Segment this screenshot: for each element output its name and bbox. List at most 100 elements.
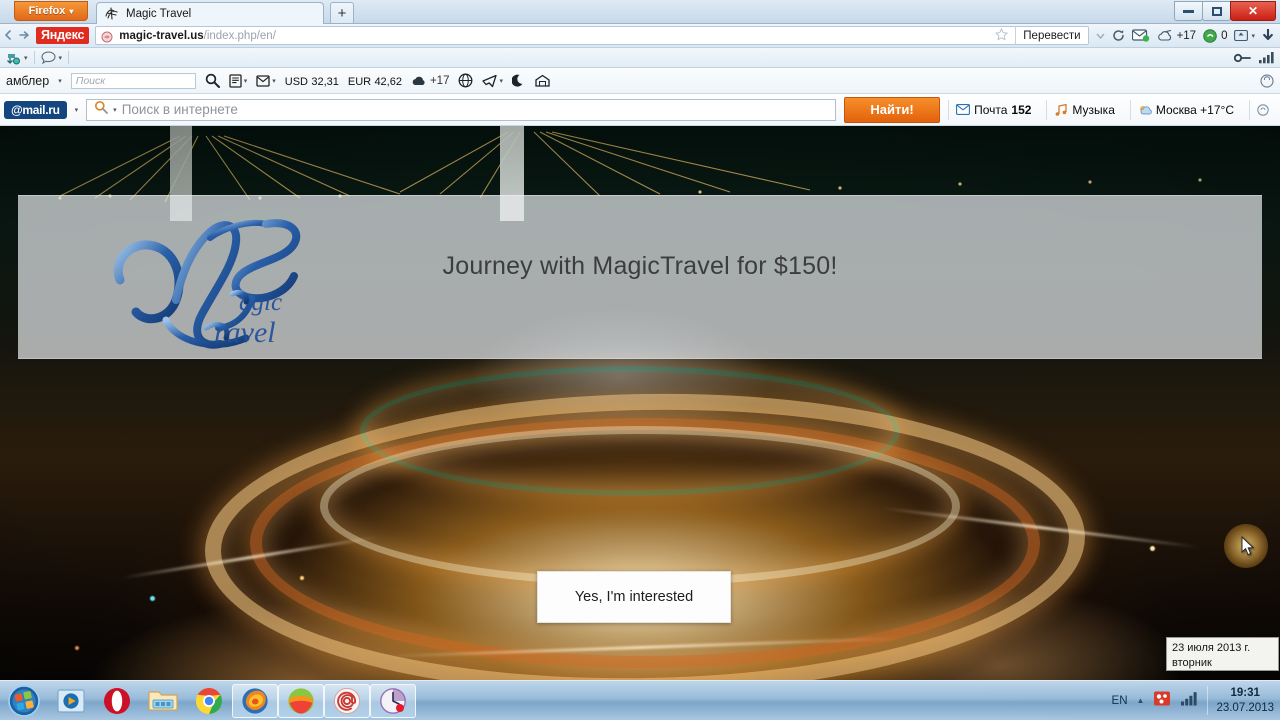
chevron-down-icon: ▾ [24,54,28,62]
globe-icon[interactable] [458,73,473,88]
comments-icon[interactable]: ▾ [40,51,62,64]
mail-icon [956,104,971,115]
webpage-viewport: agic ravel Journey with MagicTravel for … [0,126,1280,680]
chevron-down-icon[interactable]: ▾ [75,106,79,114]
chevron-down-icon[interactable]: ▾ [244,77,248,85]
telegram-icon[interactable]: ▾ [482,74,503,88]
chevron-down-icon[interactable]: ▾ [113,106,117,114]
mailru-more-icon[interactable] [1249,99,1276,120]
opera-icon [104,687,130,714]
bookmark-star-icon[interactable] [995,27,1010,44]
rambler-search-input[interactable]: Поиск [70,72,196,89]
chevron-down-icon[interactable]: ▾ [499,77,503,85]
notifications-count: 0 [1221,29,1228,42]
close-button[interactable]: ✕ [1230,1,1276,21]
site-identity-icon[interactable] [101,30,113,42]
url-bar[interactable]: magic-travel.us/index.php/en/ [95,26,1017,45]
rambler-weather-widget[interactable]: +17 [411,74,450,87]
weather-widget[interactable]: +17 [1157,29,1196,42]
show-hidden-icons-button[interactable]: ▲ [1137,696,1145,705]
mailru-logo[interactable]: @mail.ru [4,100,67,119]
url-domain: magic-travel.us [119,29,204,42]
news-icon[interactable]: ▾ [229,73,248,88]
mail-icon[interactable]: ▾ [256,74,276,88]
mailru-mail-link[interactable]: Почта 152 [948,99,1038,120]
tray-clock[interactable]: 19:31 23.07.2013 [1207,686,1274,715]
moon-icon[interactable] [512,74,526,88]
firefox-app-menu-button[interactable]: Firefox ▾ [14,1,88,21]
restore-icon [1211,6,1222,16]
hero-headline: Journey with MagicTravel for $150! [442,252,838,280]
translate-label: Перевести [1023,29,1081,42]
tray-language-indicator[interactable]: EN [1112,695,1128,707]
taskbar-item-mailru-agent[interactable] [324,683,370,718]
date-tooltip: 23 июля 2013 г. вторник [1166,637,1279,671]
url-text: magic-travel.us/index.php/en/ [119,30,276,42]
tab-title: Magic Travel [126,7,192,20]
mailru-agent-icon [333,687,361,714]
reload-button[interactable] [1112,29,1125,42]
taskbar-item-explorer[interactable] [140,682,186,720]
window-controls: ✕ [1174,1,1276,22]
taskbar-item-opera[interactable] [94,682,140,720]
tray-network-icon[interactable] [1180,691,1198,711]
screenshot-icon[interactable]: ▾ [1234,29,1255,42]
mailru-weather-link[interactable]: Москва +17°C [1129,99,1241,120]
chevron-down-icon: ▾ [69,6,74,16]
notifications-icon[interactable]: 0 [1203,28,1228,43]
downloads-icon[interactable] [1262,28,1274,43]
start-orb-button[interactable] [0,682,48,720]
usd-value: 32,31 [311,75,339,88]
mouse-cursor [1241,536,1255,556]
new-tab-button[interactable]: + [330,2,354,23]
chevron-down-icon[interactable]: ▾ [272,77,276,85]
chevron-down-icon[interactable]: ▾ [58,77,62,85]
system-tray: EN ▲ 19:31 23.07.2013 [1112,682,1280,720]
taskbar-item-browser[interactable] [278,683,324,718]
stop-dropdown-icon[interactable] [1096,32,1105,40]
translate-button[interactable]: Перевести [1015,26,1089,45]
rambler-brand-label[interactable]: амблер [6,74,49,88]
signal-strength-icon[interactable] [1258,51,1274,64]
minimize-button[interactable] [1174,1,1203,21]
mailru-music-link[interactable]: Музыка [1046,99,1121,120]
mailru-mail-count: 152 [1011,102,1032,117]
minimize-icon [1183,9,1194,13]
cta-yes-im-interested-button[interactable]: Yes, I'm interested [537,571,731,623]
close-icon: ✕ [1247,4,1259,18]
mailru-music-label: Музыка [1072,102,1115,117]
taskbar-item-clock-app[interactable] [370,683,416,718]
usd-rate[interactable]: USD 32,31 [285,74,339,88]
tray-date: 23.07.2013 [1216,701,1274,714]
svg-text:ravel: ravel [214,316,276,349]
mail-notification-icon[interactable] [1131,29,1150,42]
chevron-down-icon: ▾ [1251,32,1255,40]
back-button[interactable] [0,28,16,43]
eur-label: EUR [347,75,372,88]
navigation-toolbar: Яндекс magic-travel.us/index.php/en/ Пер… [0,24,1280,48]
yandex-logo[interactable]: Яндекс [36,27,90,44]
search-icon [94,100,109,119]
key-icon[interactable] [1234,52,1252,64]
navbar-extensions: +17 0 ▾ [1089,28,1280,43]
eur-rate[interactable]: EUR 42,62 [348,74,402,88]
search-icon[interactable] [205,73,220,88]
tray-antivirus-icon[interactable] [1153,690,1171,712]
tooltip-weekday-line: вторник [1172,656,1212,669]
forward-button[interactable] [16,28,32,43]
taskbar-item-firefox[interactable] [232,683,278,718]
mailru-search-input[interactable]: ▾ Поиск в интернете [86,98,837,121]
taskbar-item-media-player[interactable] [48,682,94,720]
rambler-toolbar: амблер ▾ Поиск ▾ ▾ USD 32,31 EUR 42,62 +… [0,68,1280,94]
rambler-account-icon[interactable] [1260,73,1274,88]
taskbar-item-chrome[interactable] [186,682,232,720]
download-helper-icon[interactable]: ▾ [6,51,28,65]
mailru-find-button[interactable]: Найти! [844,96,941,123]
mailru-find-label: Найти! [870,102,914,117]
cta-label: Yes, I'm interested [574,589,694,605]
restore-button[interactable] [1202,1,1231,21]
cinema-icon[interactable] [535,74,550,88]
rambler-weather-value: +17 [429,74,450,87]
tab-magic-travel[interactable]: Magic Travel [96,2,324,24]
tooltip-date-line: 23 июля 2013 г. [1172,642,1251,654]
